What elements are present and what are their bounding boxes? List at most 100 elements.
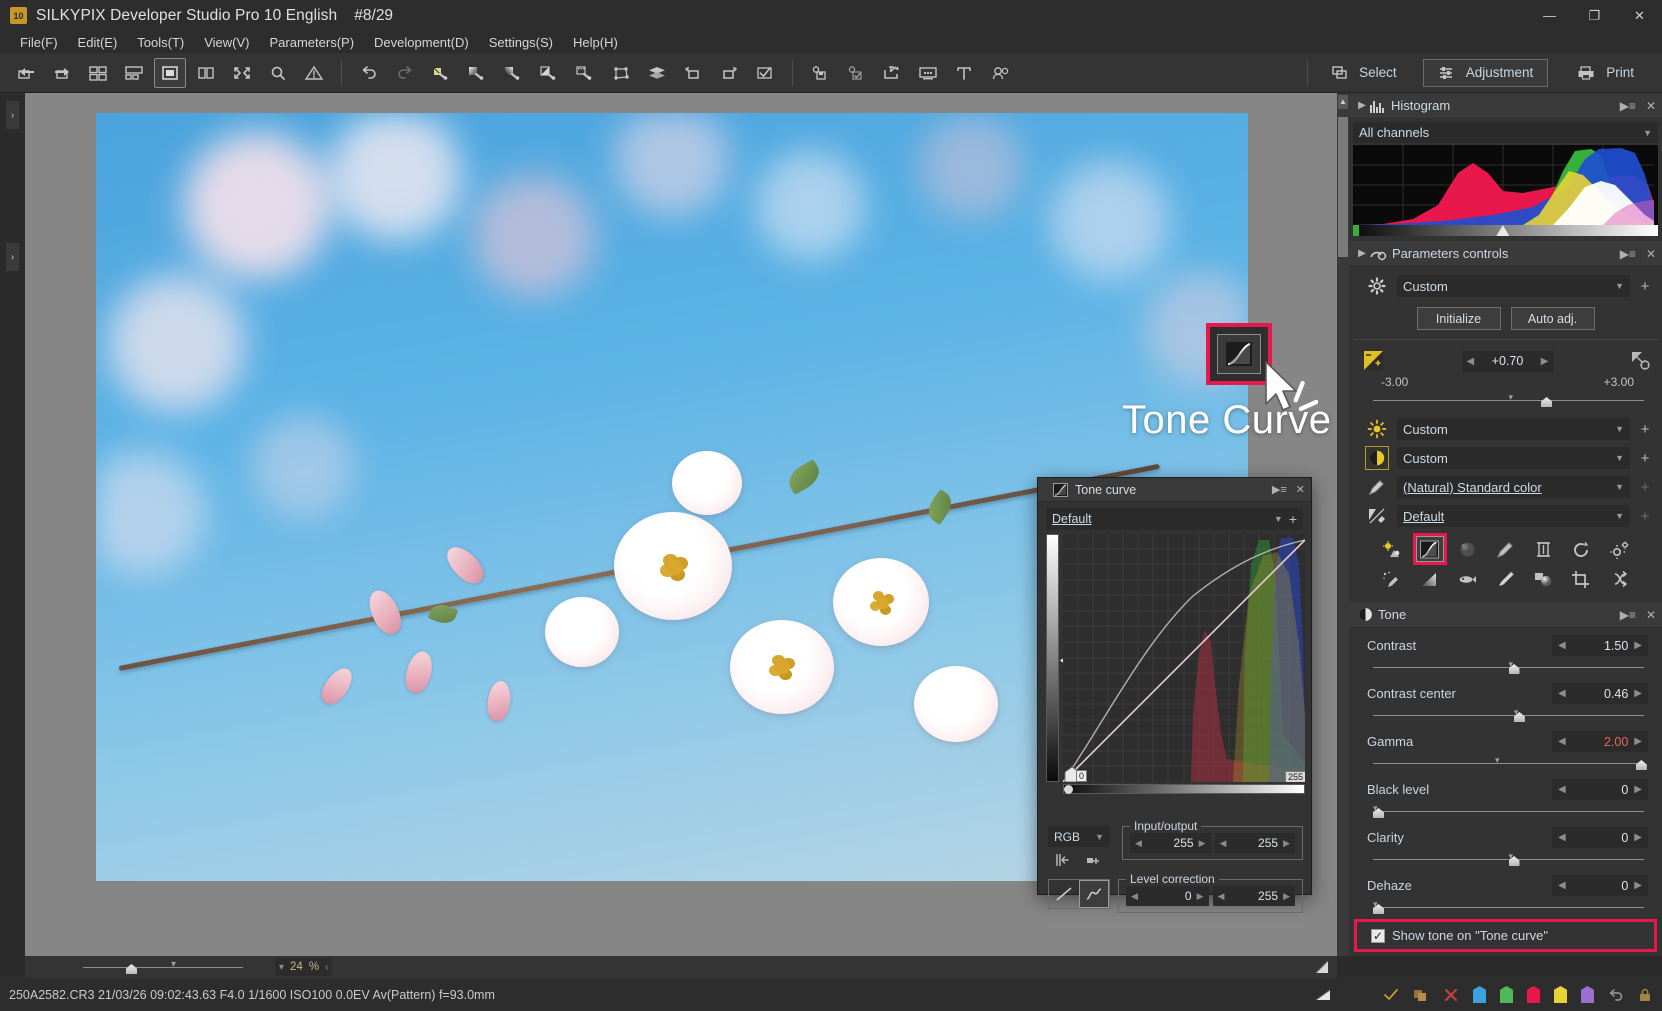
increment-icon[interactable]: ▶ (1634, 784, 1642, 795)
checkmark-box-icon[interactable] (749, 58, 781, 88)
add-sharpness-button[interactable]: + (1638, 508, 1652, 525)
rotate-left-icon[interactable] (677, 58, 709, 88)
panel-menu-icon[interactable]: ▶≡ (1272, 483, 1287, 496)
decrement-icon[interactable]: ◀ (1558, 880, 1566, 891)
decrement-icon[interactable]: ◀ (1558, 736, 1566, 747)
decrement-icon[interactable]: ◀ (1467, 356, 1475, 367)
close-button[interactable]: ✕ (1617, 0, 1662, 31)
increment-icon[interactable]: ▶ (1634, 736, 1642, 747)
right-panel-scrollbar[interactable]: ▲ (1337, 93, 1349, 956)
close-icon[interactable]: ✕ (1646, 99, 1656, 113)
export-icon[interactable] (876, 58, 908, 88)
shuffle-tool-icon[interactable] (1606, 566, 1634, 592)
gamma-spinner[interactable]: ◀ 2.00 ▶ (1552, 731, 1648, 752)
black-level-slider[interactable]: ▾ (1373, 802, 1644, 820)
exposure-slider-knob[interactable] (1541, 397, 1552, 407)
copy-icon[interactable] (1413, 988, 1429, 1002)
color-select[interactable]: (Natural) Standard color ▼ (1397, 476, 1630, 498)
close-icon[interactable]: ✕ (1646, 247, 1656, 261)
decrement-icon[interactable]: ◀ (1218, 891, 1225, 902)
delete-icon[interactable] (1443, 988, 1459, 1002)
level-max-spinner[interactable]: ◀ 255 ▶ (1213, 886, 1296, 906)
zoom-value-field[interactable]: ▾ 24 % ‹ (275, 958, 332, 976)
noise-tool-icon[interactable] (1530, 536, 1558, 562)
close-icon[interactable]: ✕ (1646, 608, 1656, 622)
menu-parameters[interactable]: Parameters(P) (260, 35, 365, 50)
spline-curve-icon[interactable] (1079, 880, 1109, 908)
gradient-brush-icon[interactable] (497, 58, 529, 88)
chevron-down-icon[interactable]: ▼ (1615, 424, 1624, 434)
crop-tool-icon[interactable] (1568, 566, 1596, 592)
dual-view-icon[interactable] (190, 58, 222, 88)
tone-contrast-icon[interactable] (1365, 446, 1389, 470)
rotate-right-icon[interactable] (713, 58, 745, 88)
tone-curve-graph-area[interactable]: 0 255 (1046, 534, 1303, 794)
zoom-prev-icon[interactable]: ‹ (325, 962, 328, 973)
scroll-up-button[interactable]: ▲ (1338, 95, 1348, 109)
zoom-slider[interactable]: ▾ (83, 956, 243, 978)
increment-icon[interactable]: ▶ (1199, 838, 1206, 849)
increment-icon[interactable]: ▶ (1634, 880, 1642, 891)
sharpness-select[interactable]: Default ▼ (1397, 505, 1630, 527)
histogram-midpoint-handle[interactable] (1496, 225, 1509, 236)
minimize-button[interactable]: — (1527, 0, 1572, 31)
brush-tool-icon[interactable] (1492, 566, 1520, 592)
color-tool-icon[interactable] (1454, 536, 1482, 562)
clarity-spinner[interactable]: ◀ 0 ▶ (1552, 827, 1648, 848)
adjustment-mode-button[interactable]: Adjustment (1423, 59, 1549, 87)
fullscreen-icon[interactable] (226, 58, 258, 88)
warning-icon[interactable] (298, 58, 330, 88)
tone-select[interactable]: Custom ▼ (1397, 447, 1630, 469)
output-value-spinner[interactable]: ◀ 255 ▶ (1215, 833, 1296, 853)
previous-image-icon[interactable] (10, 58, 42, 88)
chevron-right-icon[interactable]: ▶ (1355, 248, 1369, 259)
histogram-gradient-bar[interactable] (1353, 225, 1658, 236)
black-level-spinner[interactable]: ◀ 0 ▶ (1552, 779, 1648, 800)
decrement-icon[interactable]: ◀ (1558, 784, 1566, 795)
linear-curve-icon[interactable] (1049, 880, 1079, 908)
histogram-channel-select[interactable]: All channels ▼ (1353, 122, 1658, 143)
input-value-spinner[interactable]: ◀ 255 ▶ (1130, 833, 1211, 853)
channel-select[interactable]: RGB ▼ (1048, 826, 1110, 847)
measure-icon[interactable] (948, 58, 980, 88)
chevron-down-icon[interactable]: ▼ (1643, 128, 1652, 138)
white-balance-select[interactable]: Custom ▼ (1397, 418, 1630, 440)
clarity-slider[interactable]: ▾ (1373, 850, 1644, 868)
exposure-bias-spinner[interactable]: ◀ +0.70 ▶ (1462, 351, 1554, 372)
tone-curve-plot[interactable]: 0 255 (1063, 534, 1305, 782)
increment-icon[interactable]: ▶ (1634, 832, 1642, 843)
contrast-slider[interactable]: ▾ (1373, 658, 1644, 676)
tone-section-header[interactable]: Tone ▶≡ ✕ (1349, 602, 1662, 628)
auto-adj-button[interactable]: Auto adj. (1511, 307, 1595, 330)
add-white-balance-button[interactable]: + (1638, 421, 1652, 438)
increment-icon[interactable]: ▶ (1197, 891, 1204, 902)
tag-blue[interactable] (1473, 986, 1486, 1003)
undo-icon[interactable] (353, 58, 385, 88)
tone-curve-tool-icon[interactable] (1416, 536, 1444, 562)
layers-icon[interactable] (641, 58, 673, 88)
next-image-icon[interactable] (46, 58, 78, 88)
menu-development[interactable]: Development(D) (364, 35, 479, 50)
panel-menu-icon[interactable]: ▶≡ (1620, 247, 1636, 261)
chevron-down-icon[interactable]: ▼ (1095, 832, 1104, 842)
partial-correction-icon[interactable] (533, 58, 565, 88)
add-point-icon[interactable] (1084, 852, 1102, 868)
tag-purple[interactable] (1581, 986, 1594, 1003)
shape-tool-icon[interactable] (605, 58, 637, 88)
effects-tool-icon[interactable] (1606, 536, 1634, 562)
print-button[interactable]: Print (1562, 59, 1648, 87)
image-flag-icon[interactable] (1315, 988, 1331, 1002)
add-taste-button[interactable]: + (1638, 278, 1652, 295)
exposure-slider[interactable]: ▾ (1373, 391, 1644, 409)
lock-icon[interactable] (1638, 988, 1652, 1002)
input-level-handle[interactable] (1064, 785, 1073, 794)
maximize-button[interactable]: ❐ (1572, 0, 1617, 31)
taste-select[interactable]: Custom ▼ (1397, 275, 1630, 297)
gamma-slider[interactable]: ▾ (1373, 754, 1644, 772)
left-panel-toggle-mid[interactable]: › (6, 243, 19, 271)
menu-edit[interactable]: Edit(E) (68, 35, 128, 50)
show-tone-on-tone-curve-row[interactable]: ✓ Show tone on "Tone curve" (1357, 922, 1654, 949)
batch-develop-icon[interactable] (804, 58, 836, 88)
thumbnail-list-icon[interactable] (118, 58, 150, 88)
chevron-down-icon[interactable]: ▼ (1615, 511, 1624, 521)
